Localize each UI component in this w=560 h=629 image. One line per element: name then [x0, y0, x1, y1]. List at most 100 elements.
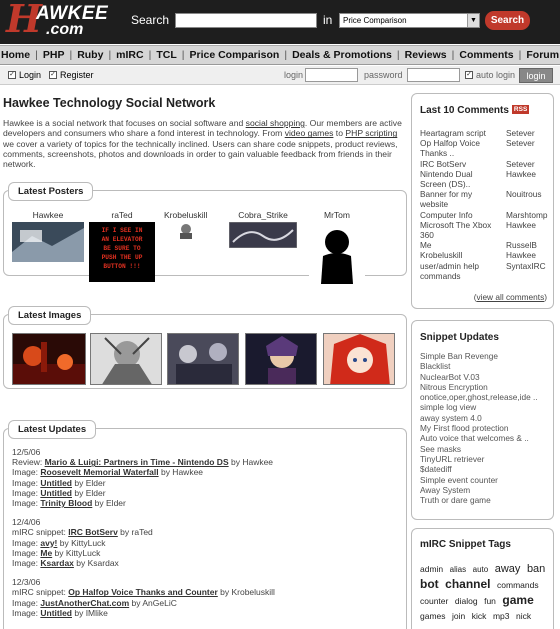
poster-avatar[interactable]	[164, 222, 207, 240]
nav-item-mirc[interactable]: mIRC	[116, 49, 143, 61]
tag-link[interactable]: auto	[473, 565, 489, 574]
snippet-link[interactable]: $datediff	[420, 464, 552, 474]
register-link[interactable]: Register	[60, 70, 94, 80]
image-thumb-5[interactable]	[323, 333, 395, 385]
tag-link[interactable]: join	[452, 611, 465, 621]
update-link[interactable]: Me	[40, 548, 52, 558]
update-link[interactable]: IRC BotServ	[68, 527, 118, 537]
image-thumb-4[interactable]	[245, 333, 317, 385]
poster-avatar[interactable]: IF I SEE IN AN ELEVATOR BE SURE TO PUSH THE…	[89, 222, 155, 282]
search-input[interactable]	[175, 13, 317, 28]
poster-name[interactable]: Krobeluskill	[164, 210, 207, 220]
snippet-link[interactable]: onotice,oper,ghost,release,ide ..	[420, 392, 552, 402]
snippet-link[interactable]: Blacklist	[420, 361, 552, 371]
tag-link[interactable]: alias	[450, 565, 466, 574]
update-link[interactable]: Untitled	[40, 488, 72, 498]
nav-item-comments[interactable]: Comments	[459, 49, 513, 61]
update-link[interactable]: Roosevelt Memorial Waterfall	[40, 467, 158, 477]
site-logo[interactable]: H AWKEE .com	[6, 0, 118, 42]
poster-1[interactable]: Hawkee	[12, 210, 84, 262]
comment-user-link[interactable]: Hawkee	[506, 250, 552, 260]
video-games-link[interactable]: video games	[285, 128, 334, 138]
tag-link[interactable]: fun	[484, 596, 496, 606]
snippet-link[interactable]: away system 4.0	[420, 413, 552, 423]
snippet-link[interactable]: Simple Ban Revenge	[420, 351, 552, 361]
tag-link[interactable]: games	[420, 611, 446, 621]
search-scope-select[interactable]: Price Comparison ▼	[339, 13, 480, 28]
nav-item-php[interactable]: PHP	[43, 49, 65, 61]
comment-user-link[interactable]: Marshtomp	[506, 210, 552, 220]
tag-link[interactable]: kick	[472, 611, 487, 621]
auto-login-checkbox[interactable]: ✓	[465, 71, 473, 79]
poster-3[interactable]: Krobeluskill	[164, 210, 207, 240]
comment-user-link[interactable]: SyntaxIRC	[506, 261, 552, 281]
login-link[interactable]: Login	[19, 70, 41, 80]
comment-user-link[interactable]: Hawkee	[506, 220, 552, 240]
comment-title-link[interactable]: IRC BotServ	[420, 159, 500, 169]
comment-title-link[interactable]: Me	[420, 240, 500, 250]
nav-item-reviews[interactable]: Reviews	[405, 49, 447, 61]
snippet-link[interactable]: Truth or dare game	[420, 495, 552, 505]
comment-title-link[interactable]: Banner for my website	[420, 189, 500, 209]
poster-4[interactable]: Cobra_Strike	[228, 210, 298, 249]
tag-link[interactable]: nick	[516, 611, 531, 621]
tag-link[interactable]: counter	[420, 596, 448, 606]
comment-title-link[interactable]: Microsoft The Xbox 360	[420, 220, 500, 240]
update-link[interactable]: Mario & Luigi: Partners in Time - Ninten…	[45, 457, 229, 467]
snippet-link[interactable]: NuclearBot V.03	[420, 372, 552, 382]
snippet-link[interactable]: Away System	[420, 485, 552, 495]
poster-name[interactable]: Cobra_Strike	[229, 210, 297, 220]
php-scripting-link[interactable]: PHP scripting	[345, 128, 397, 138]
nav-item-price-comparison[interactable]: Price Comparison	[189, 49, 279, 61]
poster-name[interactable]: Hawkee	[12, 210, 84, 220]
image-thumb-3[interactable]	[167, 333, 239, 385]
comment-user-link[interactable]: Hawkee	[506, 169, 552, 189]
update-link[interactable]: JustAnotherChat.com	[40, 598, 129, 608]
view-all-comments-link[interactable]: (view all comments)	[474, 292, 547, 302]
tag-link[interactable]: commands	[497, 580, 539, 590]
poster-name[interactable]: MrTom	[309, 210, 365, 220]
comment-user-link[interactable]: Setever	[506, 159, 552, 169]
nav-item-home[interactable]: Home	[1, 49, 30, 61]
update-link[interactable]: Untitled	[40, 608, 72, 618]
update-link[interactable]: Op Halfop Voice Thanks and Counter	[68, 587, 218, 597]
nav-item-deals-promotions[interactable]: Deals & Promotions	[292, 49, 392, 61]
login-field[interactable]	[305, 68, 358, 82]
tag-link[interactable]: ban	[527, 563, 545, 575]
social-shopping-link[interactable]: social shopping	[246, 118, 305, 128]
poster-avatar[interactable]	[228, 221, 298, 249]
comment-user-link[interactable]: Nouitrous	[506, 189, 552, 209]
snippet-link[interactable]: Simple event counter	[420, 475, 552, 485]
poster-2[interactable]: raTed IF I SEE IN AN ELEVATOR BE SURE TO PUS…	[89, 210, 155, 282]
comment-title-link[interactable]: Heartagram script	[420, 128, 500, 138]
poster-name[interactable]: raTed	[89, 210, 155, 220]
snippet-link[interactable]: simple log view	[420, 402, 552, 412]
comment-title-link[interactable]: Op Halfop Voice Thanks ..	[420, 138, 500, 158]
snippet-link[interactable]: Auto voice that welcomes & ..	[420, 433, 552, 443]
update-link[interactable]: Ksardax	[40, 558, 74, 568]
tag-link[interactable]: bot	[420, 577, 439, 591]
nav-item-forum[interactable]: Forum	[526, 49, 559, 61]
comment-user-link[interactable]: Setever	[506, 138, 552, 158]
rss-icon[interactable]: RSS	[511, 105, 530, 114]
comment-title-link[interactable]: user/admin help commands	[420, 261, 500, 281]
update-link[interactable]: Untitled	[40, 478, 72, 488]
login-button[interactable]: login	[519, 68, 553, 83]
tag-link[interactable]: dialog	[455, 596, 478, 606]
poster-avatar[interactable]	[12, 222, 84, 262]
search-button[interactable]: Search	[485, 11, 530, 30]
image-thumb-1[interactable]	[12, 333, 86, 385]
comment-user-link[interactable]: Setever	[506, 128, 552, 138]
snippet-link[interactable]: See masks	[420, 444, 552, 454]
tag-link[interactable]: game	[502, 593, 533, 607]
snippet-link[interactable]: My First flood protection	[420, 423, 552, 433]
snippet-link[interactable]: Nitrous Encryption	[420, 382, 552, 392]
tag-link[interactable]: admin	[420, 564, 443, 574]
comment-user-link[interactable]: RusselB	[506, 240, 552, 250]
update-link[interactable]: Trinity Blood	[40, 498, 92, 508]
comment-title-link[interactable]: Nintendo Dual Screen (DS)..	[420, 169, 500, 189]
poster-5[interactable]: MrTom	[309, 210, 365, 284]
comment-title-link[interactable]: Krobeluskill	[420, 250, 500, 260]
poster-avatar[interactable]	[309, 222, 365, 284]
password-field[interactable]	[407, 68, 460, 82]
